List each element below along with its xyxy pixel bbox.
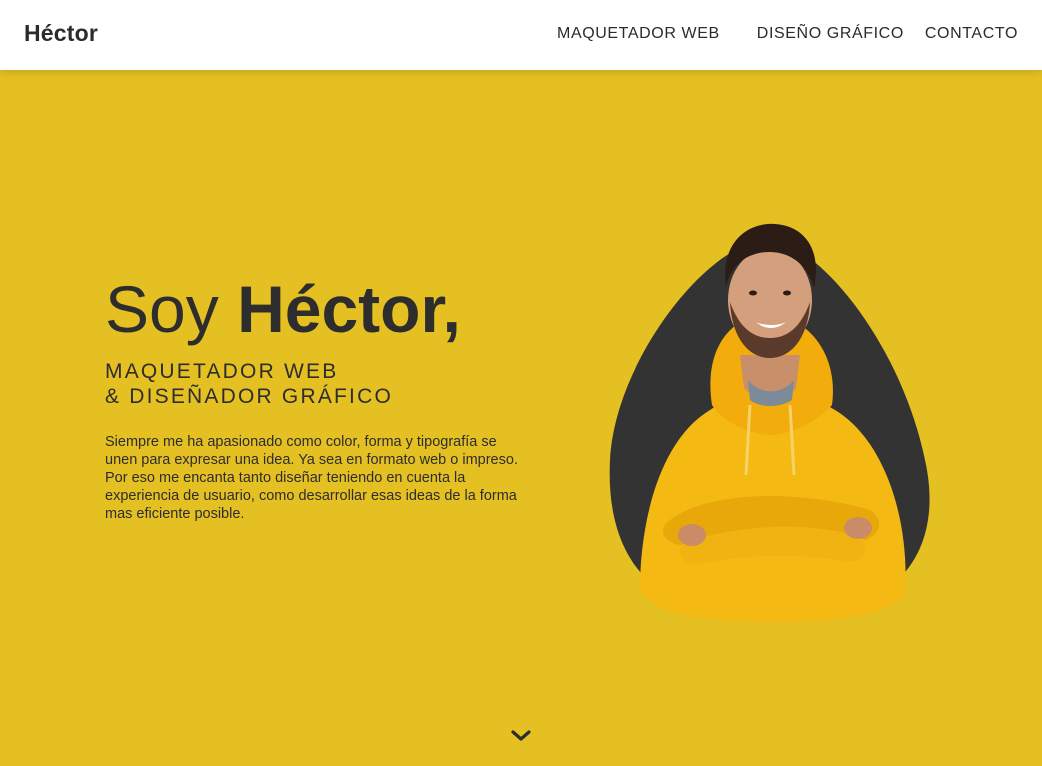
hero-subtitle: MAQUETADOR WEB & DISEÑADOR GRÁFICO	[105, 359, 393, 409]
subtitle-line-2: & DISEÑADOR GRÁFICO	[105, 385, 393, 408]
subtitle-line-1: MAQUETADOR WEB	[105, 360, 339, 383]
hero-name: Héctor,	[237, 272, 461, 346]
top-navbar: Héctor MAQUETADOR WEB DISEÑO GRÁFICO CON…	[0, 0, 1042, 70]
nav-link-diseno-grafico[interactable]: DISEÑO GRÁFICO	[757, 25, 904, 43]
hero-description: Siempre me ha apasionado como color, for…	[105, 434, 518, 522]
hero-title: Soy Héctor,	[105, 276, 461, 342]
hero-greeting: Soy	[105, 272, 219, 346]
nav-link-contacto[interactable]: CONTACTO	[925, 25, 1018, 43]
chevron-down-icon[interactable]	[510, 728, 532, 744]
main-menu: MAQUETADOR WEB DISEÑO GRÁFICO CONTACTO	[557, 25, 1018, 43]
profile-photo	[600, 190, 940, 630]
hero-section: Soy Héctor, MAQUETADOR WEB & DISEÑADOR G…	[0, 70, 1042, 766]
nav-link-maquetador-web[interactable]: MAQUETADOR WEB	[557, 25, 720, 43]
brand-logo[interactable]: Héctor	[24, 20, 98, 47]
